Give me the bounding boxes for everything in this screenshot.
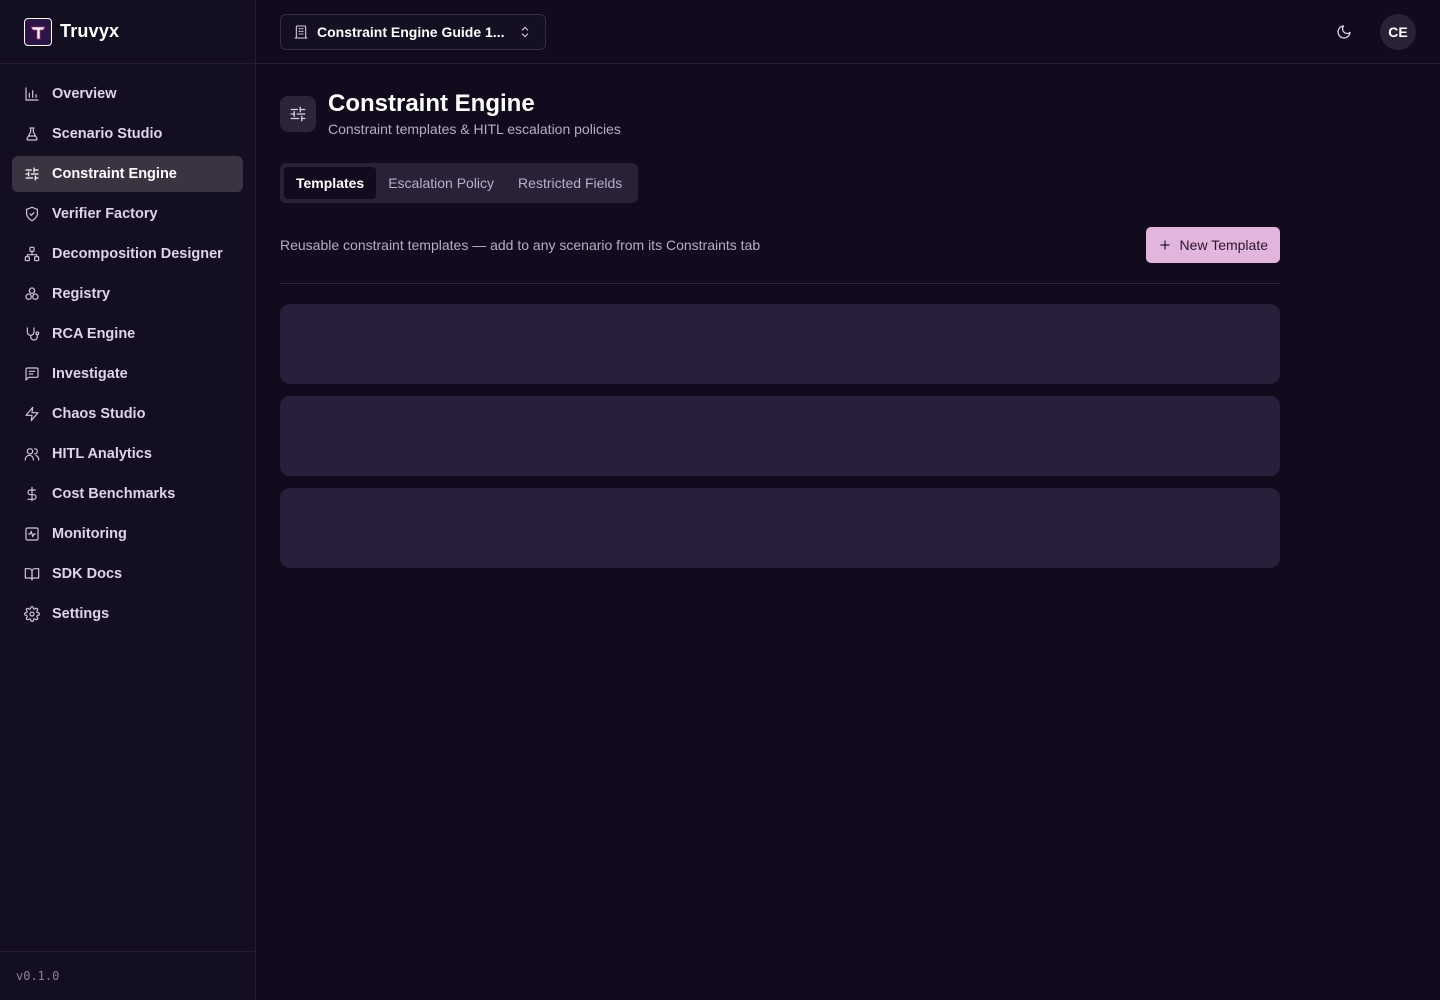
templates-toolbar: Reusable constraint templates — add to a…	[280, 227, 1280, 263]
sidebar-item-registry[interactable]: Registry	[12, 276, 243, 312]
tab-templates[interactable]: Templates	[284, 167, 377, 199]
boxes-icon	[25, 287, 39, 300]
template-list-loading	[280, 304, 1280, 568]
brand[interactable]: Truvyx	[0, 0, 255, 64]
plus-icon	[1159, 240, 1170, 250]
building-icon	[294, 24, 308, 39]
sidebar-item-label: Overview	[52, 86, 117, 102]
app-root: Truvyx Overview Scenario Studio Constrai…	[0, 0, 1440, 1000]
sidebar-item-label: Constraint Engine	[52, 166, 177, 182]
sidebar-item-label: Investigate	[52, 366, 128, 382]
shield-check-icon	[26, 206, 38, 222]
moon-icon	[1337, 24, 1351, 39]
page-content: Constraint Engine Constraint templates &…	[256, 64, 1304, 568]
sidebar-item-cost-benchmarks[interactable]: Cost Benchmarks	[12, 476, 243, 512]
stethoscope-icon	[26, 327, 40, 341]
page-subtitle: Constraint templates & HITL escalation p…	[328, 121, 621, 137]
topbar: Constraint Engine Guide 1... CE	[256, 0, 1440, 64]
sidebar-item-scenario-studio[interactable]: Scenario Studio	[12, 116, 243, 152]
skeleton-card	[280, 304, 1280, 384]
workspace-name: Constraint Engine Guide 1...	[317, 23, 505, 40]
theme-toggle-button[interactable]	[1328, 16, 1360, 48]
sidebar-item-label: Verifier Factory	[52, 206, 158, 222]
sidebar-item-constraint-engine[interactable]: Constraint Engine	[12, 156, 243, 192]
sidebar-item-label: RCA Engine	[52, 326, 136, 342]
sidebar-item-label: Scenario Studio	[52, 126, 163, 142]
sliders-icon	[25, 167, 39, 181]
sidebar-item-sdk-docs[interactable]: SDK Docs	[12, 556, 243, 592]
tab-escalation-policy[interactable]: Escalation Policy	[376, 167, 506, 199]
main: Constraint Engine Guide 1... CE Constrai…	[256, 0, 1440, 1000]
sidebar-item-label: HITL Analytics	[52, 446, 152, 462]
zap-icon	[25, 406, 39, 422]
activity-square-icon	[25, 527, 39, 541]
sidebar-item-label: Registry	[52, 286, 111, 302]
new-template-button[interactable]: New Template	[1145, 227, 1280, 263]
sidebar-item-hitl-analytics[interactable]: HITL Analytics	[12, 436, 243, 472]
skeleton-card	[280, 488, 1280, 568]
gear-icon	[24, 606, 40, 622]
flask-icon	[26, 127, 38, 141]
sidebar-item-decomposition-designer[interactable]: Decomposition Designer	[12, 236, 243, 272]
users-icon	[24, 448, 40, 461]
tab-list: Templates Escalation Policy Restricted F…	[280, 163, 639, 203]
message-square-icon	[25, 367, 39, 381]
sidebar-item-label: Decomposition Designer	[52, 246, 223, 262]
sidebar-item-label: SDK Docs	[52, 566, 123, 582]
book-open-icon	[24, 568, 40, 581]
new-template-label: New Template	[1179, 237, 1268, 253]
workspace-selector[interactable]: Constraint Engine Guide 1...	[280, 13, 546, 50]
page-heading-text: Constraint Engine Constraint templates &…	[328, 88, 621, 137]
sidebar-item-rca-engine[interactable]: RCA Engine	[12, 316, 243, 352]
topbar-actions: CE	[1328, 13, 1416, 50]
sidebar-item-label: Cost Benchmarks	[52, 486, 176, 502]
bar-chart-icon	[25, 87, 39, 101]
brand-name: Truvyx	[60, 21, 120, 41]
sidebar-item-label: Settings	[52, 606, 110, 622]
page-title: Constraint Engine	[328, 90, 535, 117]
brand-logo-icon	[24, 17, 52, 46]
skeleton-card	[280, 396, 1280, 476]
sidebar-item-label: Monitoring	[52, 526, 127, 542]
sidebar-item-verifier-factory[interactable]: Verifier Factory	[12, 196, 243, 232]
sidebar: Truvyx Overview Scenario Studio Constrai…	[0, 0, 256, 1000]
network-icon	[24, 246, 40, 262]
chevrons-up-down-icon	[521, 26, 529, 37]
avatar[interactable]: CE	[1380, 13, 1416, 50]
page-header: Constraint Engine Constraint templates &…	[280, 88, 1280, 137]
templates-description: Reusable constraint templates — add to a…	[280, 237, 761, 253]
sliders-icon	[280, 96, 316, 132]
sidebar-item-investigate[interactable]: Investigate	[12, 356, 243, 392]
version-label: v0.1.0	[0, 951, 255, 1000]
sidebar-item-chaos-studio[interactable]: Chaos Studio	[12, 396, 243, 432]
divider	[280, 283, 1280, 284]
sidebar-nav: Overview Scenario Studio Constraint Engi…	[0, 64, 255, 951]
sidebar-item-monitoring[interactable]: Monitoring	[12, 516, 243, 552]
dollar-icon	[27, 486, 37, 502]
sidebar-item-overview[interactable]: Overview	[12, 76, 243, 112]
sidebar-item-settings[interactable]: Settings	[12, 596, 243, 632]
sidebar-item-label: Chaos Studio	[52, 406, 146, 422]
tab-restricted-fields[interactable]: Restricted Fields	[506, 167, 634, 199]
